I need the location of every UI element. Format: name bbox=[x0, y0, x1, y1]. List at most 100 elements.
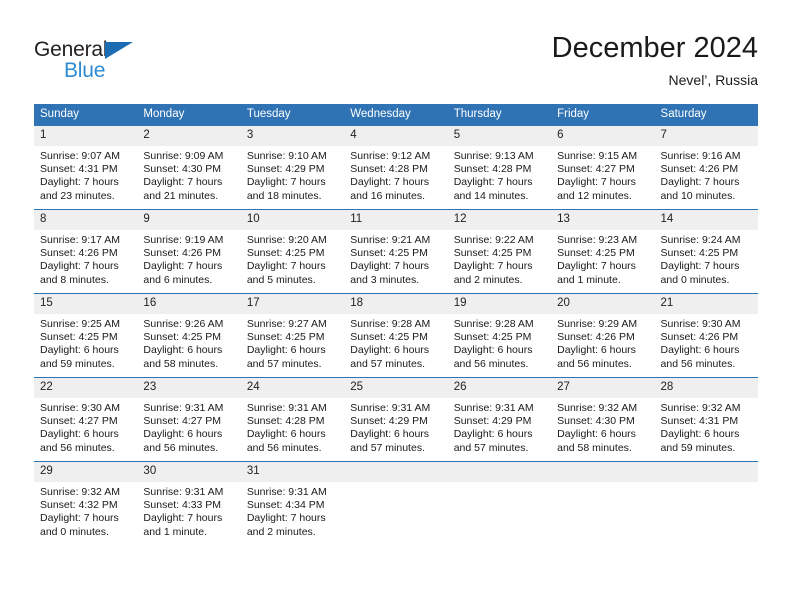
day-details: Sunrise: 9:26 AM Sunset: 4:25 PM Dayligh… bbox=[137, 314, 240, 371]
day-cell[interactable]: 19 Sunrise: 9:28 AM Sunset: 4:25 PM Dayl… bbox=[447, 293, 552, 378]
calendar-table: Sunday Monday Tuesday Wednesday Thursday… bbox=[34, 104, 758, 545]
day-number: 1 bbox=[34, 126, 138, 146]
sunrise-text: Sunrise: 9:24 AM bbox=[660, 234, 741, 246]
daylight-text-1: Daylight: 7 hours bbox=[246, 512, 326, 525]
day-details: Sunrise: 9:31 AM Sunset: 4:34 PM Dayligh… bbox=[241, 482, 344, 539]
calendar-body: 1 Sunrise: 9:07 AM Sunset: 4:31 PM Dayli… bbox=[34, 125, 758, 545]
sunrise-text: Sunrise: 9:31 AM bbox=[143, 402, 224, 414]
sunset-text: Sunset: 4:31 PM bbox=[660, 415, 739, 428]
day-number: 22 bbox=[34, 378, 138, 398]
sunrise-text: Sunrise: 9:31 AM bbox=[246, 402, 327, 414]
day-number: 13 bbox=[551, 210, 655, 230]
sunrise-text: Sunrise: 9:09 AM bbox=[143, 150, 224, 162]
day-cell[interactable]: 12 Sunrise: 9:22 AM Sunset: 4:25 PM Dayl… bbox=[447, 209, 552, 294]
daylight-text-1: Daylight: 7 hours bbox=[40, 512, 119, 525]
daylight-text-2: and 56 minutes. bbox=[40, 441, 115, 454]
sunrise-text: Sunrise: 9:12 AM bbox=[350, 150, 431, 162]
day-cell[interactable]: 1 Sunrise: 9:07 AM Sunset: 4:31 PM Dayli… bbox=[34, 125, 138, 210]
day-cell[interactable]: 4 Sunrise: 9:12 AM Sunset: 4:28 PM Dayli… bbox=[344, 125, 448, 210]
day-cell[interactable]: 7 Sunrise: 9:16 AM Sunset: 4:26 PM Dayli… bbox=[654, 125, 758, 210]
sunrise-text: Sunrise: 9:13 AM bbox=[453, 150, 534, 162]
day-cell[interactable]: 22 Sunrise: 9:30 AM Sunset: 4:27 PM Dayl… bbox=[34, 377, 138, 462]
day-details: Sunrise: 9:13 AM Sunset: 4:28 PM Dayligh… bbox=[448, 146, 551, 203]
day-cell[interactable]: 25 Sunrise: 9:31 AM Sunset: 4:29 PM Dayl… bbox=[344, 377, 448, 462]
daylight-text-2: and 10 minutes. bbox=[660, 189, 736, 202]
day-details: Sunrise: 9:07 AM Sunset: 4:31 PM Dayligh… bbox=[34, 146, 137, 203]
daylight-text-1: Daylight: 6 hours bbox=[557, 344, 636, 357]
day-cell[interactable]: 26 Sunrise: 9:31 AM Sunset: 4:29 PM Dayl… bbox=[447, 377, 552, 462]
sunset-text: Sunset: 4:25 PM bbox=[660, 247, 739, 260]
day-cell[interactable]: 10 Sunrise: 9:20 AM Sunset: 4:25 PM Dayl… bbox=[240, 209, 345, 294]
day-cell[interactable]: 20 Sunrise: 9:29 AM Sunset: 4:26 PM Dayl… bbox=[551, 293, 655, 378]
day-cell[interactable]: 31 Sunrise: 9:31 AM Sunset: 4:34 PM Dayl… bbox=[240, 461, 345, 545]
triangle-icon bbox=[105, 42, 133, 59]
day-cell[interactable]: 27 Sunrise: 9:32 AM Sunset: 4:30 PM Dayl… bbox=[551, 377, 655, 462]
day-cell[interactable]: 30 Sunrise: 9:31 AM Sunset: 4:33 PM Dayl… bbox=[137, 461, 241, 545]
sunset-text: Sunset: 4:34 PM bbox=[246, 499, 325, 512]
day-number: 5 bbox=[447, 126, 552, 146]
daylight-text-2: and 0 minutes. bbox=[40, 525, 109, 538]
general-blue-logo[interactable]: General Blue bbox=[34, 38, 164, 84]
sunset-text: Sunset: 4:25 PM bbox=[453, 331, 532, 344]
sunset-text: Sunset: 4:25 PM bbox=[246, 247, 325, 260]
day-cell[interactable]: 2 Sunrise: 9:09 AM Sunset: 4:30 PM Dayli… bbox=[137, 125, 241, 210]
day-details: Sunrise: 9:17 AM Sunset: 4:26 PM Dayligh… bbox=[34, 230, 137, 287]
sunrise-text: Sunrise: 9:10 AM bbox=[246, 150, 327, 162]
day-cell[interactable]: 13 Sunrise: 9:23 AM Sunset: 4:25 PM Dayl… bbox=[551, 209, 655, 294]
day-details: Sunrise: 9:32 AM Sunset: 4:32 PM Dayligh… bbox=[34, 482, 137, 539]
day-cell[interactable]: 3 Sunrise: 9:10 AM Sunset: 4:29 PM Dayli… bbox=[240, 125, 345, 210]
day-cell[interactable]: 18 Sunrise: 9:28 AM Sunset: 4:25 PM Dayl… bbox=[344, 293, 448, 378]
day-cell[interactable]: 29 Sunrise: 9:32 AM Sunset: 4:32 PM Dayl… bbox=[34, 461, 138, 545]
day-number: 30 bbox=[137, 462, 241, 482]
sunrise-text: Sunrise: 9:31 AM bbox=[350, 402, 431, 414]
day-number: 2 bbox=[137, 126, 241, 146]
day-number: 12 bbox=[447, 210, 552, 230]
day-cell[interactable]: 21 Sunrise: 9:30 AM Sunset: 4:26 PM Dayl… bbox=[654, 293, 758, 378]
day-cell[interactable]: 15 Sunrise: 9:25 AM Sunset: 4:25 PM Dayl… bbox=[34, 293, 138, 378]
sunrise-text: Sunrise: 9:28 AM bbox=[453, 318, 534, 330]
day-number bbox=[654, 462, 758, 482]
daylight-text-1: Daylight: 7 hours bbox=[453, 176, 533, 189]
sunrise-text: Sunrise: 9:31 AM bbox=[246, 486, 327, 498]
day-details: Sunrise: 9:15 AM Sunset: 4:27 PM Dayligh… bbox=[551, 146, 654, 203]
day-cell[interactable]: 5 Sunrise: 9:13 AM Sunset: 4:28 PM Dayli… bbox=[447, 125, 552, 210]
day-cell[interactable]: 9 Sunrise: 9:19 AM Sunset: 4:26 PM Dayli… bbox=[137, 209, 241, 294]
sunset-text: Sunset: 4:26 PM bbox=[40, 247, 118, 260]
sunset-text: Sunset: 4:25 PM bbox=[350, 247, 428, 260]
sunset-text: Sunset: 4:27 PM bbox=[40, 415, 118, 428]
daylight-text-2: and 57 minutes. bbox=[246, 357, 322, 370]
daylight-text-2: and 56 minutes. bbox=[557, 357, 632, 370]
daylight-text-1: Daylight: 6 hours bbox=[350, 344, 430, 357]
daylight-text-1: Daylight: 6 hours bbox=[660, 344, 740, 357]
sunset-text: Sunset: 4:29 PM bbox=[453, 415, 532, 428]
sunset-text: Sunset: 4:25 PM bbox=[557, 247, 635, 260]
day-cell[interactable]: 6 Sunrise: 9:15 AM Sunset: 4:27 PM Dayli… bbox=[551, 125, 655, 210]
daylight-text-2: and 1 minute. bbox=[557, 273, 621, 286]
day-number: 23 bbox=[137, 378, 241, 398]
day-cell[interactable]: 11 Sunrise: 9:21 AM Sunset: 4:25 PM Dayl… bbox=[344, 209, 448, 294]
day-details: Sunrise: 9:30 AM Sunset: 4:26 PM Dayligh… bbox=[655, 314, 758, 371]
day-cell[interactable]: 17 Sunrise: 9:27 AM Sunset: 4:25 PM Dayl… bbox=[240, 293, 345, 378]
day-cell[interactable]: 8 Sunrise: 9:17 AM Sunset: 4:26 PM Dayli… bbox=[34, 209, 138, 294]
sunset-text: Sunset: 4:28 PM bbox=[246, 415, 325, 428]
sunrise-text: Sunrise: 9:31 AM bbox=[453, 402, 534, 414]
daylight-text-2: and 18 minutes. bbox=[246, 189, 322, 202]
daylight-text-1: Daylight: 7 hours bbox=[557, 260, 636, 273]
day-cell[interactable]: 14 Sunrise: 9:24 AM Sunset: 4:25 PM Dayl… bbox=[654, 209, 758, 294]
day-details: Sunrise: 9:23 AM Sunset: 4:25 PM Dayligh… bbox=[551, 230, 654, 287]
day-number: 28 bbox=[654, 378, 758, 398]
day-cell[interactable]: 24 Sunrise: 9:31 AM Sunset: 4:28 PM Dayl… bbox=[240, 377, 345, 462]
day-cell[interactable]: 28 Sunrise: 9:32 AM Sunset: 4:31 PM Dayl… bbox=[654, 377, 758, 462]
sunrise-text: Sunrise: 9:30 AM bbox=[660, 318, 741, 330]
sunset-text: Sunset: 4:26 PM bbox=[660, 331, 739, 344]
daylight-text-2: and 2 minutes. bbox=[246, 525, 316, 538]
day-cell[interactable]: 16 Sunrise: 9:26 AM Sunset: 4:25 PM Dayl… bbox=[137, 293, 241, 378]
sunrise-text: Sunrise: 9:27 AM bbox=[246, 318, 327, 330]
day-details: Sunrise: 9:10 AM Sunset: 4:29 PM Dayligh… bbox=[241, 146, 344, 203]
daylight-text-1: Daylight: 7 hours bbox=[143, 176, 223, 189]
day-cell-empty bbox=[447, 461, 552, 545]
day-details: Sunrise: 9:31 AM Sunset: 4:28 PM Dayligh… bbox=[241, 398, 344, 455]
day-cell[interactable]: 23 Sunrise: 9:31 AM Sunset: 4:27 PM Dayl… bbox=[137, 377, 241, 462]
sunrise-text: Sunrise: 9:32 AM bbox=[660, 402, 741, 414]
daylight-text-2: and 56 minutes. bbox=[143, 441, 219, 454]
